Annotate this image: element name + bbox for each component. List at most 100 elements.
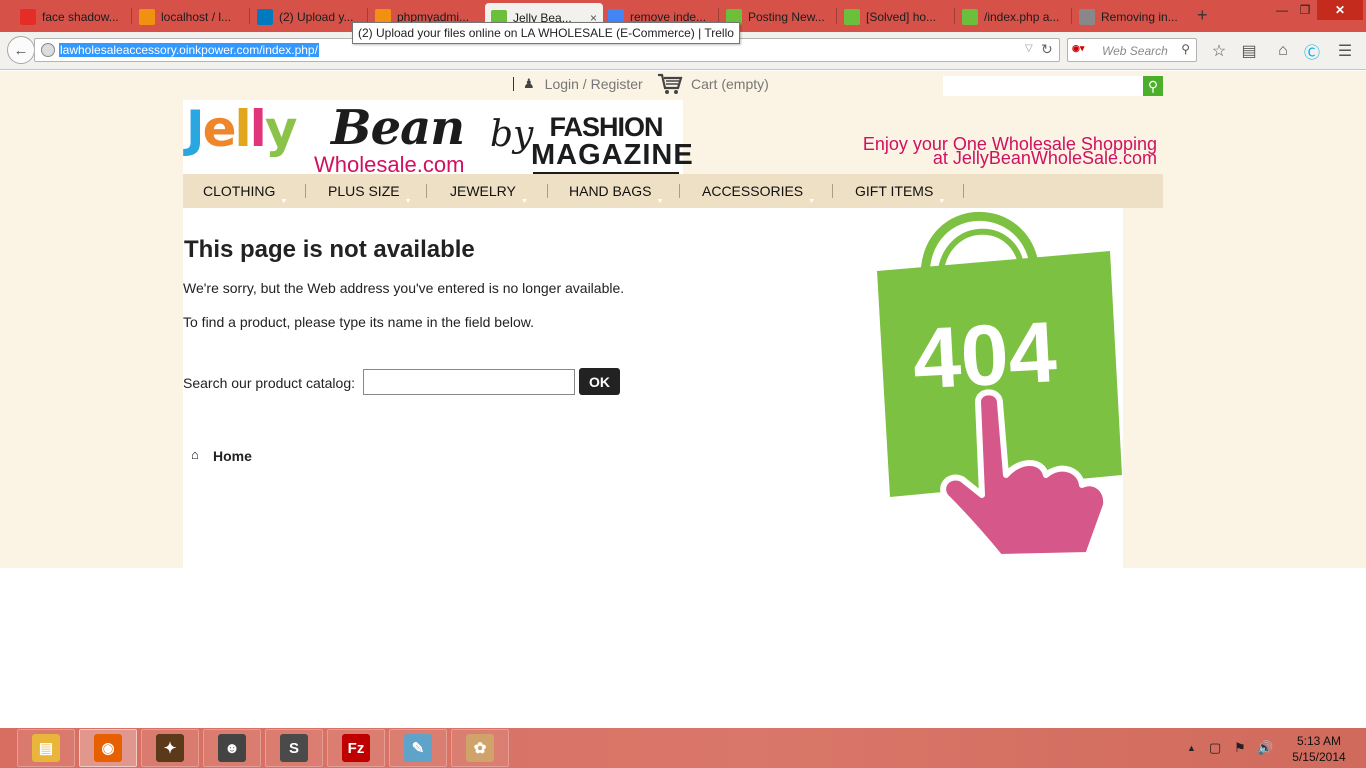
network-icon[interactable]: ▢ [1209, 740, 1221, 756]
tagline-line2: at JellyBeanWholeSale.com [932, 148, 1157, 168]
logo-by: by [490, 114, 534, 155]
history-dropdown-icon[interactable]: ▽ [1025, 43, 1033, 54]
catalog-search-input[interactable] [363, 369, 575, 395]
login-label: Login / Register [544, 76, 643, 92]
volume-icon[interactable]: 🔊 [1257, 740, 1273, 756]
tab-1[interactable]: face shadow... [14, 3, 131, 30]
home-link[interactable]: Home [213, 448, 252, 464]
url-text[interactable]: lawholesaleaccessory.oinkpower.com/index… [59, 43, 319, 57]
tab-separator [249, 8, 250, 24]
taskbar-paint[interactable]: ✿ [451, 729, 509, 767]
taskbar-notepad[interactable]: ✎ [389, 729, 447, 767]
taskbar-firefox[interactable]: ◉ [79, 729, 137, 767]
menu-separator [547, 184, 548, 198]
skype-icon[interactable]: Ⓒ [1301, 40, 1323, 62]
oinkpower-icon [844, 8, 860, 25]
tab-3[interactable]: (2) Upload y... [251, 3, 368, 30]
tab-separator [131, 8, 132, 24]
maximize-button[interactable]: ❐ [1294, 0, 1316, 20]
error-title: This page is not available [184, 236, 475, 263]
system-clock[interactable]: 5:13 AM 5/15/2014 [1287, 733, 1351, 765]
dropdown-arrow-icon: ▼ [938, 198, 946, 205]
bookmarks-list-icon[interactable]: ▤ [1238, 40, 1260, 62]
home-icon[interactable]: ⌂ [1272, 40, 1294, 62]
dropdown-arrow-icon: ▼ [656, 198, 664, 205]
404-bag-illustration: 404 [877, 211, 1122, 560]
game-app-icon: ✦ [156, 734, 184, 762]
logo-bean: Bean [331, 100, 465, 156]
site-search-button[interactable]: ⚲ [1143, 76, 1163, 96]
cart-link[interactable]: Cart (empty) [657, 73, 769, 95]
filezilla-icon: Fz [342, 734, 370, 762]
menu-item-jewelry[interactable]: JEWELRY ▼ [450, 174, 528, 208]
tab-label: localhost / l... [161, 9, 232, 24]
page-icon [1079, 8, 1095, 25]
taskbar-file-explorer[interactable]: ▤ [17, 729, 75, 767]
menu-separator [426, 184, 427, 198]
logo-letter: J [186, 100, 205, 158]
tab-label: (2) Upload y... [279, 9, 354, 24]
phpmyadmin-icon [139, 8, 155, 25]
tab-label: Removing in... [1101, 9, 1178, 24]
magnifier-icon: ⚲ [1147, 77, 1159, 94]
dropdown-arrow-icon: ▼ [808, 198, 816, 205]
error-message: We're sorry, but the Web address you've … [183, 280, 625, 296]
windows-taskbar: ▤ ◉ ✦ ☻ S Fz ✎ ✿ ▲ ▢ ⚑ 🔊 5:13 AM 5/15/2014 [0, 728, 1366, 768]
taskbar-filezilla[interactable]: Fz [327, 729, 385, 767]
menu-item-label: CLOTHING [203, 183, 276, 199]
oinkpower-icon [962, 8, 978, 25]
tab-10[interactable]: Removing in... [1073, 3, 1190, 30]
minimize-button[interactable]: — [1271, 0, 1293, 20]
tab-2[interactable]: localhost / l... [133, 3, 250, 30]
menu-separator [305, 184, 306, 198]
youtube-icon [20, 8, 36, 25]
user-icon: ♟ [523, 76, 535, 91]
logo-letter: e [202, 100, 237, 158]
menu-item-plus-size[interactable]: PLUS SIZE ▼ [328, 174, 412, 208]
paint-icon: ✿ [466, 734, 494, 762]
catalog-search-label: Search our product catalog: [183, 375, 355, 391]
clock-time: 5:13 AM [1296, 734, 1342, 748]
logo-letter: l [249, 100, 267, 158]
site-logo[interactable]: Jelly Bean Wholesale.com by FASHION MAGA… [183, 100, 693, 177]
search-icon[interactable]: ⚲ [1181, 42, 1190, 56]
tab-9[interactable]: /index.php a... [956, 3, 1073, 30]
action-center-icon[interactable]: ⚑ [1234, 740, 1246, 756]
tab-separator [1071, 8, 1072, 24]
tab-tooltip: (2) Upload your files online on LA WHOLE… [352, 22, 740, 44]
sublime-text-icon: S [280, 734, 308, 762]
menu-icon[interactable]: ☰ [1334, 40, 1356, 62]
menu-item-gift-items[interactable]: GIFT ITEMS ▼ [855, 174, 945, 208]
tray-chevron-icon[interactable]: ▲ [1187, 743, 1196, 753]
cart-icon [658, 73, 683, 94]
new-tab-button[interactable]: + [1197, 5, 1208, 26]
globe-icon [41, 43, 55, 57]
taskbar-anime-app[interactable]: ☻ [203, 729, 261, 767]
notepad-icon: ✎ [404, 734, 432, 762]
tab-separator [836, 8, 837, 24]
logo-letter: l [234, 100, 252, 158]
search-engine-icon[interactable]: ◉▾ [1072, 43, 1092, 57]
menu-item-label: JEWELRY [450, 183, 516, 199]
taskbar-sublime-text[interactable]: S [265, 729, 323, 767]
taskbar-game-app[interactable]: ✦ [141, 729, 199, 767]
bookmark-star-icon[interactable]: ☆ [1208, 40, 1230, 62]
menu-item-hand-bags[interactable]: HAND BAGS ▼ [569, 174, 663, 208]
menu-item-accessories[interactable]: ACCESSORIES ▼ [702, 174, 815, 208]
site-search-input[interactable] [943, 76, 1143, 96]
web-search-box[interactable]: ◉▾ Web Search ⚲ [1067, 38, 1197, 62]
anime-app-icon: ☻ [218, 734, 246, 762]
ok-button[interactable]: OK [579, 368, 620, 395]
tab-label: face shadow... [42, 9, 119, 24]
close-window-button[interactable]: ✕ [1317, 0, 1363, 20]
topbar-divider [513, 77, 514, 91]
back-button[interactable]: ← [7, 36, 35, 64]
firefox-icon: ◉ [94, 734, 122, 762]
logo-letter: y [264, 100, 298, 158]
login-register-link[interactable]: ♟ Login / Register [523, 76, 643, 92]
page: ♟ Login / Register Cart (empty) ⚲ Jelly … [0, 71, 1366, 568]
home-icon: ⌂ [191, 447, 199, 462]
reload-icon[interactable]: ↻ [1041, 41, 1053, 58]
tab-8[interactable]: [Solved] ho... [838, 3, 955, 30]
menu-item-clothing[interactable]: CLOTHING ▼ [203, 174, 287, 208]
